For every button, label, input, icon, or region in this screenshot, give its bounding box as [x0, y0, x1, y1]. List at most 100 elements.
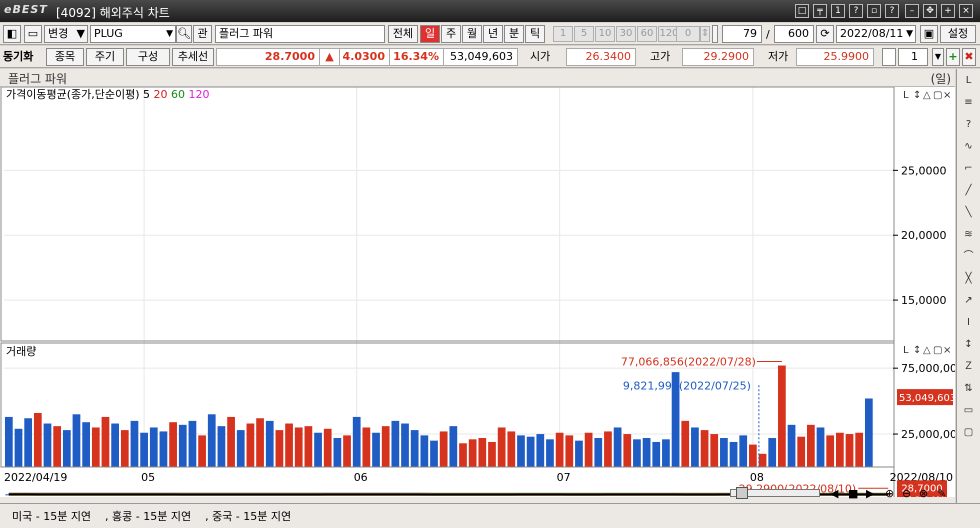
maximize-button[interactable]: + [941, 4, 955, 18]
trendline-button[interactable]: 추세선 [172, 48, 214, 66]
link-button[interactable]: ? [849, 4, 863, 18]
change-dropdown[interactable]: 변경 ▼ [44, 25, 88, 43]
volume-bar [401, 423, 409, 467]
drawing-tool-6-icon[interactable]: ╲ [960, 205, 977, 220]
view-count-input[interactable]: 79 [722, 25, 762, 43]
add-icon[interactable]: + [946, 48, 960, 66]
period-day-button[interactable]: 일 [420, 25, 440, 43]
move-button[interactable]: ✥ [923, 4, 937, 18]
zoom-in-icon[interactable]: ⊕ [885, 487, 894, 500]
range-all-button[interactable]: 전체 [388, 25, 418, 43]
panel-toggle-icon[interactable]: ◧ [3, 25, 21, 43]
period-tick-button[interactable]: 틱 [525, 25, 545, 43]
layout-one-button[interactable]: 1 [831, 4, 845, 18]
drawing-tool-3-icon[interactable]: ∿ [960, 139, 977, 154]
scroll-left-icon[interactable]: ◀ [830, 487, 838, 500]
open-value: 26.3400 [566, 48, 636, 66]
volume-bar [198, 435, 206, 467]
drawing-tool-8-icon[interactable]: ⌒ [960, 249, 977, 264]
restore-small-button[interactable]: ▫ [867, 4, 881, 18]
zoom-reset-icon[interactable]: ⊗ [919, 487, 928, 500]
scroll-right-icon[interactable]: ▶ [866, 487, 874, 500]
volume-pane-icon-3: ▢ [933, 345, 942, 356]
volume-bar [575, 440, 583, 467]
volume-bar [159, 431, 168, 467]
layout-icon[interactable] [882, 48, 896, 66]
interval-1-button[interactable]: 1 [553, 26, 573, 42]
volume-bar [845, 434, 854, 467]
period-year-button[interactable]: 년 [483, 25, 503, 43]
low-value: 25.9900 [796, 48, 874, 66]
scroll-thumb[interactable] [736, 487, 748, 499]
volume-bar [662, 439, 670, 467]
window-menu-button[interactable]: □ [795, 4, 809, 18]
zoom-out-icon[interactable]: ⊖ [902, 487, 911, 500]
sync-label[interactable]: 동기화 [3, 48, 33, 66]
total-count-input[interactable]: 600 [774, 25, 814, 43]
refresh-icon[interactable]: ⟳ [816, 25, 834, 43]
volume-pane-icon-4: × [943, 345, 951, 356]
settings-button[interactable]: 설정 [940, 25, 976, 43]
drawing-tool-10-icon[interactable]: ↗ [960, 293, 977, 308]
volume-bar [178, 424, 187, 467]
volume-bar [604, 431, 612, 467]
stop-icon[interactable]: ■ [848, 487, 858, 500]
volume-tick-label: 25,000,000 [901, 428, 955, 441]
volume-bar [275, 430, 284, 467]
chart-area[interactable]: 15,0000 20,0000 25,0000 25,000,000 75,000,00… [0, 86, 964, 519]
interval-30-button[interactable]: 30 [616, 26, 636, 42]
volume-bar [410, 430, 419, 467]
close-button[interactable]: × [959, 4, 973, 18]
drawing-tool-5-icon[interactable]: ╱ [960, 183, 977, 198]
interval-5-button[interactable]: 5 [574, 26, 594, 42]
x-tick-label: 2022/04/19 [4, 471, 67, 484]
drawing-tool-14-icon[interactable]: ⇅ [960, 381, 977, 396]
layout-count-select[interactable]: 1 [898, 48, 928, 66]
volume-bar [101, 416, 110, 467]
drawing-tool-1-icon[interactable]: ≡ [960, 95, 977, 110]
period-sync-button[interactable]: 주기 [86, 48, 124, 66]
drawing-tool-2-icon[interactable]: ? [960, 117, 977, 132]
monitor-icon[interactable]: ▭ [24, 25, 42, 43]
volume-bar [468, 439, 477, 467]
minimize-button[interactable]: – [905, 4, 919, 18]
volume-bar [391, 420, 400, 467]
volume-bar [806, 424, 815, 467]
interval-count-field[interactable]: 0 [676, 26, 700, 42]
drawing-tool-15-icon[interactable]: ▭ [960, 403, 977, 418]
drawing-tool-12-icon[interactable]: ↕ [960, 337, 977, 352]
relation-button[interactable]: 관 [193, 25, 212, 43]
chart-svg[interactable]: 15,0000 20,0000 25,0000 25,000,000 75,000,00… [0, 86, 964, 519]
status-bar: 미국 - 15분 지연 , 홍콩 - 15분 지연 , 중국 - 15분 지연 [0, 503, 980, 528]
chevron-down-icon[interactable]: ▼ [932, 48, 944, 66]
symbol-input[interactable]: PLUG ▼ [90, 25, 176, 43]
interval-60-button[interactable]: 60 [637, 26, 657, 42]
drawing-tool-4-icon[interactable]: ⌐ [960, 161, 977, 176]
symbol-sync-button[interactable]: 종목 [46, 48, 84, 66]
interval-10-button[interactable]: 10 [595, 26, 615, 42]
period-week-button[interactable]: 주 [441, 25, 461, 43]
drawing-tool-7-icon[interactable]: ≋ [960, 227, 977, 242]
volume-bar [217, 426, 226, 467]
drawing-tool-13-icon[interactable]: Ｚ [960, 359, 977, 374]
tools-icon[interactable]: ✎ [937, 487, 946, 500]
interval-spin-icon[interactable]: ⇕ [700, 26, 710, 42]
drawing-tool-9-icon[interactable]: ╳ [960, 271, 977, 286]
delete-icon[interactable]: ✖ [962, 48, 976, 66]
volume-bar [333, 438, 342, 467]
volume-bar [372, 432, 380, 467]
drawing-tool-11-icon[interactable]: Ⅰ [960, 315, 977, 330]
toolbar-top: ◧ ▭ 변경 ▼ PLUG ▼ 🔍︎ 관 플러그 파워 전체 일 주 월 년 분 틱… [0, 23, 980, 45]
compose-button[interactable]: 구성 [126, 48, 170, 66]
pin-button[interactable]: ╤ [813, 4, 827, 18]
date-input[interactable]: 2022/08/11 ▼ [836, 25, 916, 43]
app-logo: eBEST [4, 3, 48, 16]
save-icon[interactable]: ▣ [920, 25, 938, 43]
period-minute-button[interactable]: 분 [504, 25, 524, 43]
drawing-tool-16-icon[interactable]: ▢ [960, 425, 977, 440]
symbol-name-field: 플러그 파워 [215, 25, 385, 43]
drawing-tool-0-icon[interactable]: L [960, 73, 977, 88]
help-button[interactable]: ? [885, 4, 899, 18]
search-icon[interactable]: 🔍︎ [176, 25, 192, 43]
period-month-button[interactable]: 월 [462, 25, 482, 43]
